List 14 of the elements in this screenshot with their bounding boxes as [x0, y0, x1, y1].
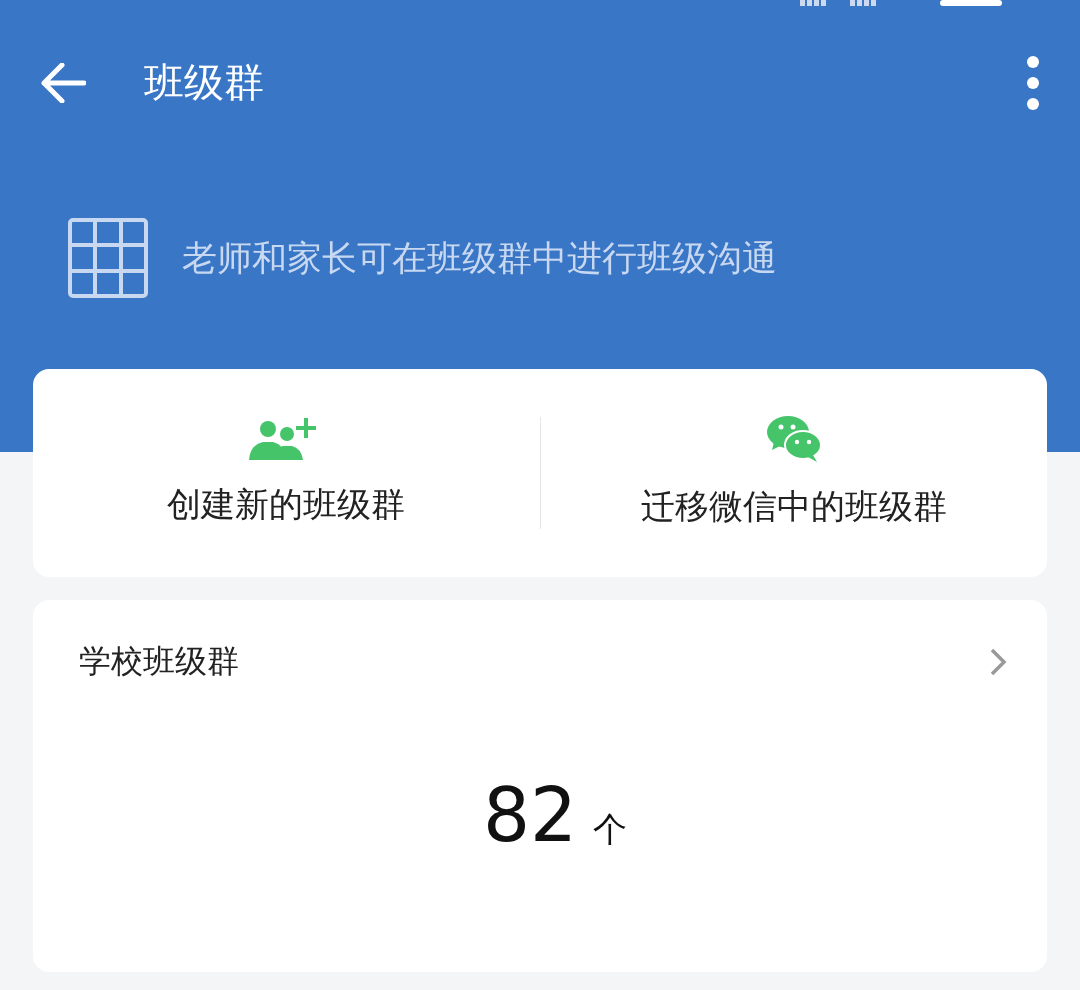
count-unit: 个 [593, 808, 628, 851]
battery-icon [940, 0, 1002, 6]
chevron-right-icon [989, 647, 1007, 677]
banner-text: 老师和家长可在班级群中进行班级沟通 [182, 236, 777, 280]
group-count: 82 [482, 772, 578, 858]
section-title: 学校班级群 [79, 641, 239, 682]
action-button[interactable]: 迁移微信中的班级群 [540, 416, 1047, 530]
page-title: 班级群 [144, 58, 265, 107]
chat-bubbles-icon [765, 416, 822, 462]
school-groups-card[interactable]: 学校班级群 82 个 [33, 600, 1047, 972]
more-menu-button[interactable] [1026, 54, 1040, 111]
back-button[interactable] [40, 62, 86, 103]
grid-icon [68, 218, 148, 298]
action-button[interactable]: 创建新的班级群 [33, 418, 540, 528]
